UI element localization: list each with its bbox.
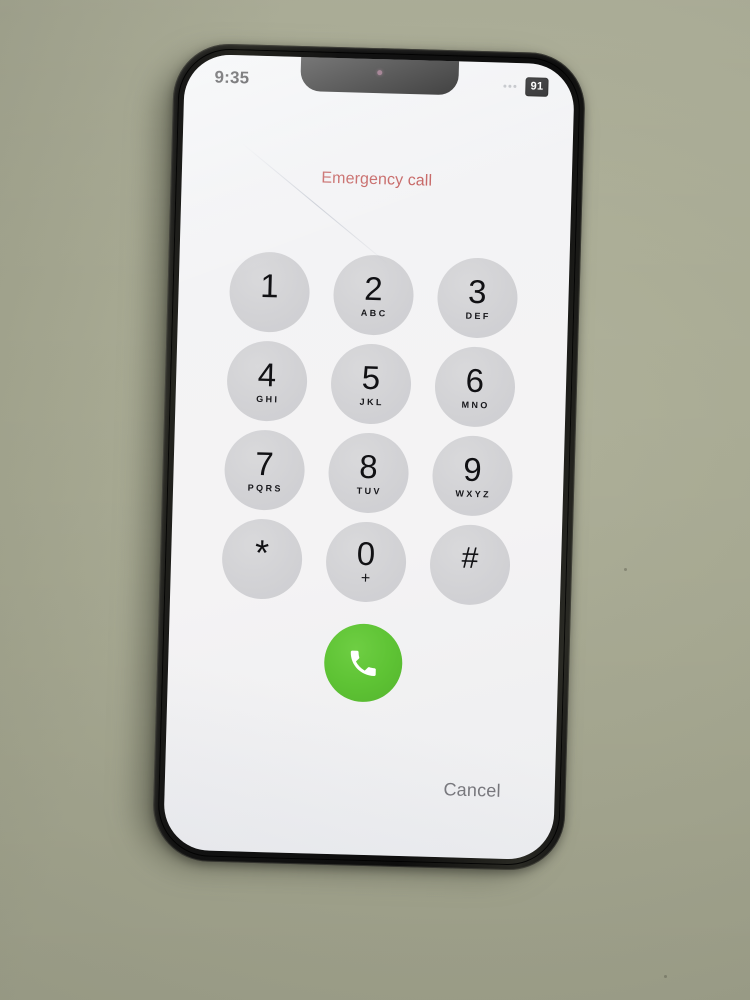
battery-badge-icon: 91 [525, 76, 549, 97]
key-8[interactable]: 8 TUV [327, 431, 410, 515]
key-star[interactable]: * [221, 517, 304, 601]
key-6-digit: 6 [465, 361, 486, 400]
key-2-letters: ABC [360, 307, 388, 319]
key-hash[interactable]: # [428, 523, 512, 606]
key-1[interactable]: 1 [228, 251, 311, 334]
key-5[interactable]: 5 JKL [329, 342, 413, 426]
desk-speck [624, 568, 627, 571]
call-button-row [167, 618, 559, 707]
desk-speck [664, 975, 667, 978]
key-9-digit: 9 [462, 450, 483, 489]
key-hash-digit: # [461, 541, 480, 575]
key-0-digit: 0 [356, 534, 377, 573]
phone-device: 9:35 91 Emergency call 1 2 ABC 3 DEF 4 G… [151, 42, 587, 872]
key-5-letters: JKL [359, 396, 384, 408]
phone-screen: 9:35 91 Emergency call 1 2 ABC 3 DEF 4 G… [162, 53, 576, 861]
dial-keypad: 1 2 ABC 3 DEF 4 GHI 5 JKL 6 MNO 7 PQRS 8… [221, 251, 519, 606]
key-0-plus: + [360, 569, 371, 588]
key-8-letters: TUV [356, 485, 382, 497]
key-2[interactable]: 2 ABC [332, 253, 415, 337]
key-6[interactable]: 6 MNO [433, 345, 517, 429]
key-9[interactable]: 9 WXYZ [431, 434, 514, 517]
emergency-call-label: Emergency call [321, 169, 433, 190]
key-8-digit: 8 [358, 447, 379, 486]
call-button[interactable] [323, 622, 404, 703]
key-4[interactable]: 4 GHI [225, 340, 309, 423]
key-0[interactable]: 0 + [324, 520, 408, 604]
status-bar-time: 9:35 [214, 67, 250, 88]
phone-handset-icon [346, 645, 381, 680]
key-7-letters: PQRS [247, 482, 283, 494]
key-9-letters: WXYZ [455, 488, 492, 500]
key-star-digit: * [254, 531, 271, 574]
key-4-digit: 4 [257, 355, 278, 394]
key-5-digit: 5 [361, 358, 382, 397]
screen-scratch [242, 143, 390, 266]
key-1-digit: 1 [259, 266, 280, 305]
key-7[interactable]: 7 PQRS [223, 428, 306, 512]
signal-dots-icon [503, 84, 517, 88]
status-bar: 9:35 91 [184, 54, 575, 105]
key-3[interactable]: 3 DEF [436, 256, 519, 340]
key-6-letters: MNO [461, 399, 490, 411]
status-bar-right-group: 91 [503, 76, 549, 97]
key-4-letters: GHI [256, 393, 280, 405]
cancel-button[interactable]: Cancel [443, 779, 501, 801]
key-3-letters: DEF [465, 310, 491, 322]
key-7-digit: 7 [254, 444, 275, 483]
cancel-row: Cancel [165, 771, 555, 803]
key-2-digit: 2 [363, 269, 384, 308]
key-3-digit: 3 [467, 272, 488, 311]
